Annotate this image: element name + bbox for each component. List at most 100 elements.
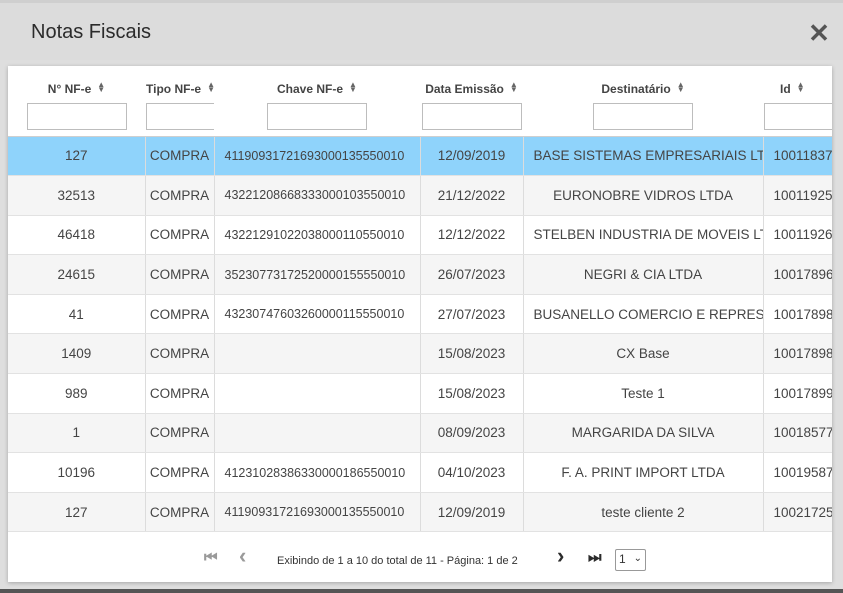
cell-chave	[214, 413, 421, 454]
sort-icon[interactable]: ▲ ▼	[97, 81, 105, 94]
cell-numero: 32513	[8, 175, 146, 216]
cell-data: 15/08/2023	[420, 373, 524, 414]
col-header-numero[interactable]: N° NF-e ▲ ▼	[8, 66, 145, 137]
modal-title: Notas Fiscais	[31, 21, 152, 43]
col-label: Destinatário	[601, 82, 671, 96]
cell-chave: 41231028386330000186550010	[214, 452, 421, 493]
cell-tipo: COMPRA	[145, 175, 215, 216]
table-row[interactable]: 24615 COMPRA 35230773172520000155550010 …	[8, 254, 832, 295]
cell-tipo: COMPRA	[145, 136, 215, 177]
cell-data: 27/07/2023	[420, 294, 524, 335]
filter-id-input[interactable]	[764, 103, 832, 130]
last-page-icon[interactable]: ⏭	[588, 549, 602, 566]
cell-destinatario: Teste 1	[523, 373, 764, 414]
cell-id: 10011837	[763, 136, 832, 177]
chevron-down-icon: ⌄	[633, 553, 642, 564]
cell-id: 10011926	[763, 215, 832, 256]
cell-id: 10017899	[763, 373, 832, 414]
filter-numero-input[interactable]	[26, 103, 127, 130]
table-row[interactable]: 46418 COMPRA 43221291022038000110550010 …	[8, 215, 832, 256]
cell-tipo: COMPRA	[145, 373, 215, 414]
col-header-tipo[interactable]: Tipo NF-e ▲ ▼	[145, 66, 214, 137]
cell-numero: 127	[8, 492, 146, 533]
cell-chave: 43221208668333000103550010	[214, 175, 421, 216]
cell-tipo: COMPRA	[145, 492, 215, 533]
cell-destinatario: CX Base	[523, 333, 764, 375]
notas-fiscais-modal: Notas Fiscais ✕ N° NF-e ▲ ▼ Tipo NF-e ▲ ▼	[0, 0, 843, 593]
bottom-divider	[0, 589, 843, 593]
page-select-value: 1	[619, 552, 626, 566]
cell-data: 21/12/2022	[420, 175, 524, 216]
sort-icon[interactable]: ▲ ▼	[677, 81, 685, 94]
col-header-id[interactable]: Id ▲ ▼	[763, 66, 832, 137]
col-header-destinatario[interactable]: Destinatário ▲ ▼	[523, 66, 763, 137]
cell-data: 04/10/2023	[420, 452, 524, 493]
cell-tipo: COMPRA	[145, 413, 215, 454]
cell-chave: 43230747603260000115550010	[214, 294, 421, 335]
cell-chave: 41190931721693000135550010	[214, 492, 421, 533]
cell-id: 10019587	[763, 452, 832, 493]
cell-numero: 989	[8, 373, 146, 414]
cell-numero: 24615	[8, 254, 146, 295]
cell-numero: 127	[8, 136, 146, 177]
col-header-data[interactable]: Data Emissão ▲ ▼	[420, 66, 523, 137]
cell-destinatario: MARGARIDA DA SILVA	[523, 413, 764, 454]
cell-numero: 46418	[8, 215, 146, 256]
table-row[interactable]: 127 COMPRA 41190931721693000135550010 12…	[8, 492, 832, 533]
first-page-icon[interactable]: ⏮	[204, 549, 218, 566]
cell-tipo: COMPRA	[145, 452, 215, 493]
cell-destinatario: BUSANELLO COMERCIO E REPRESENTACOES	[523, 294, 764, 335]
pagination-bar: ⏮ ‹ Exibindo de 1 a 10 do total de 11 - …	[8, 532, 832, 582]
cell-destinatario: EURONOBRE VIDROS LTDA	[523, 175, 764, 216]
cell-chave: 41190931721693000135550010	[214, 136, 421, 177]
table-row[interactable]: 41 COMPRA 43230747603260000115550010 27/…	[8, 294, 832, 335]
cell-destinatario: F. A. PRINT IMPORT LTDA	[523, 452, 764, 493]
filter-tipo-input[interactable]	[146, 103, 214, 130]
cell-destinatario: STELBEN INDUSTRIA DE MOVEIS LTDA	[523, 215, 764, 256]
col-label: Data Emissão	[425, 82, 504, 96]
cell-id: 10017896	[763, 254, 832, 295]
cell-data: 12/09/2019	[420, 492, 524, 533]
page-select[interactable]: 1 ⌄	[615, 549, 646, 571]
table-row[interactable]: 127 COMPRA 41190931721693000135550010 12…	[8, 136, 832, 177]
cell-tipo: COMPRA	[145, 333, 215, 375]
col-label: N° NF-e	[47, 82, 92, 96]
cell-destinatario: NEGRI & CIA LTDA	[523, 254, 764, 295]
modal-header: Notas Fiscais ✕	[0, 0, 843, 60]
prev-page-icon[interactable]: ‹	[239, 543, 246, 569]
filter-chave-input[interactable]	[267, 103, 367, 130]
col-header-chave[interactable]: Chave NF-e ▲ ▼	[214, 66, 420, 137]
cell-id: 10017898	[763, 294, 832, 335]
cell-tipo: COMPRA	[145, 294, 215, 335]
sort-icon[interactable]: ▲ ▼	[207, 81, 214, 94]
cell-data: 26/07/2023	[420, 254, 524, 295]
filter-destinatario-input[interactable]	[593, 103, 693, 130]
filter-data-input[interactable]	[421, 103, 522, 130]
cell-numero: 1409	[8, 333, 146, 375]
cell-id: 10011925	[763, 175, 832, 216]
cell-destinatario: teste cliente 2	[523, 492, 764, 533]
next-page-icon[interactable]: ›	[557, 543, 564, 569]
sort-icon[interactable]: ▲ ▼	[797, 81, 805, 94]
table-panel: N° NF-e ▲ ▼ Tipo NF-e ▲ ▼ Chave NF-e ▲ ▼ Data …	[8, 66, 832, 582]
cell-data: 08/09/2023	[420, 413, 524, 454]
cell-chave	[214, 333, 421, 375]
table-row[interactable]: 32513 COMPRA 43221208668333000103550010 …	[8, 175, 832, 216]
sort-icon[interactable]: ▲ ▼	[349, 81, 357, 94]
cell-numero: 41	[8, 294, 146, 335]
table-row[interactable]: 10196 COMPRA 41231028386330000186550010 …	[8, 452, 832, 493]
cell-chave	[214, 373, 421, 414]
cell-tipo: COMPRA	[145, 215, 215, 256]
table-row[interactable]: 1409 COMPRA 15/08/2023 CX Base 10017898	[8, 333, 832, 375]
pagination-status: Exibindo de 1 a 10 do total de 11 - Pági…	[277, 555, 518, 567]
notas-table: N° NF-e ▲ ▼ Tipo NF-e ▲ ▼ Chave NF-e ▲ ▼ Data …	[8, 66, 832, 533]
close-icon[interactable]: ✕	[806, 20, 832, 46]
cell-id: 10017898	[763, 333, 832, 375]
sort-icon[interactable]: ▲ ▼	[510, 81, 518, 94]
table-row[interactable]: 1 COMPRA 08/09/2023 MARGARIDA DA SILVA 1…	[8, 413, 832, 454]
cell-numero: 1	[8, 413, 146, 454]
cell-data: 12/12/2022	[420, 215, 524, 256]
cell-chave: 35230773172520000155550010	[214, 254, 421, 295]
table-row[interactable]: 989 COMPRA 15/08/2023 Teste 1 10017899	[8, 373, 832, 414]
col-label: Tipo NF-e	[146, 82, 202, 96]
